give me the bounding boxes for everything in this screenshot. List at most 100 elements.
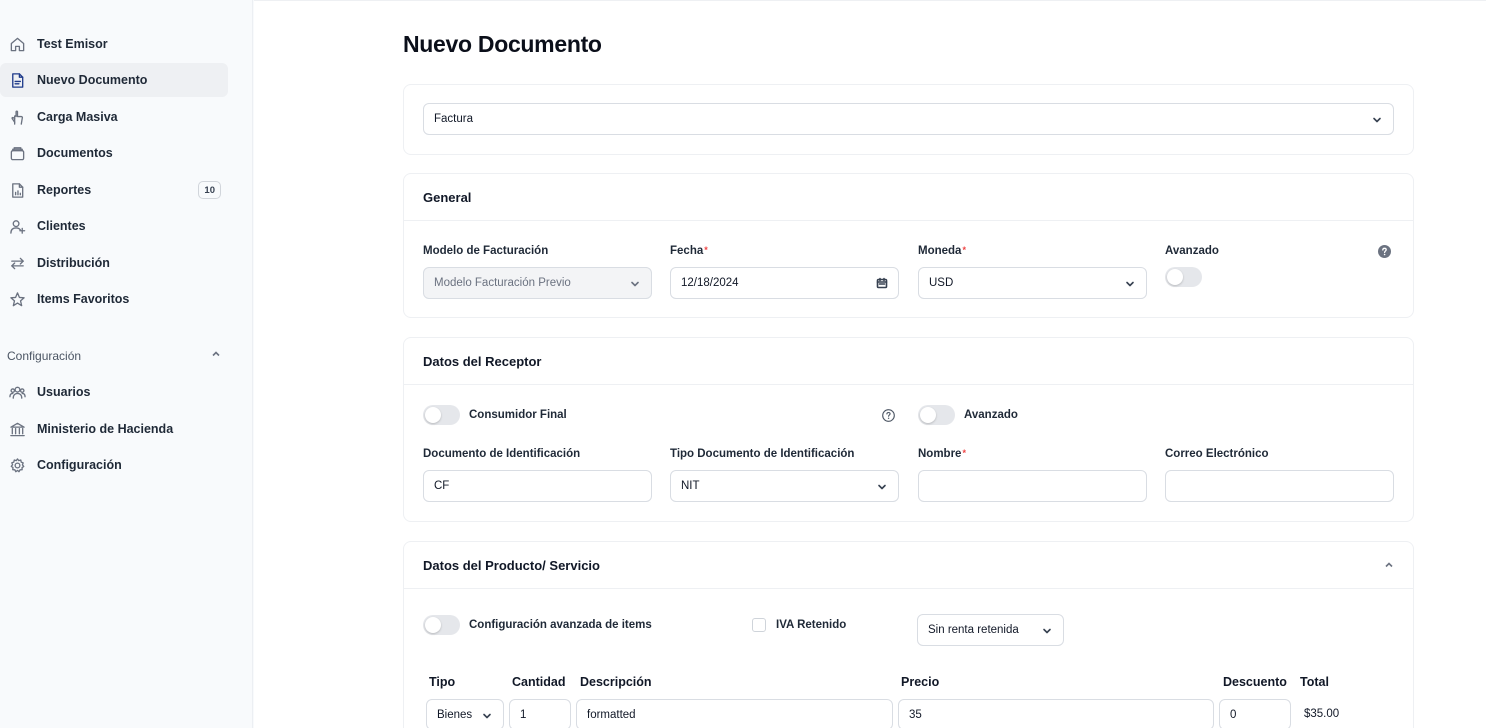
sidebar-item-test-emisor[interactable]: Test Emisor xyxy=(0,27,228,61)
iva-retenido-label: IVA Retenido xyxy=(776,619,847,631)
avanzado-label: Avanzado xyxy=(1165,245,1219,257)
document-icon xyxy=(8,71,26,89)
moneda-label: Moneda* xyxy=(918,245,966,257)
fecha-value: 12/18/2024 xyxy=(681,277,739,289)
help-outline-icon[interactable] xyxy=(882,409,895,422)
sidebar-item-label: Items Favoritos xyxy=(37,292,130,306)
chevron-down-icon xyxy=(629,278,641,290)
general-card: General Modelo de Facturación Modelo Fac… xyxy=(403,173,1414,318)
item-precio-value: 35 xyxy=(909,708,922,721)
nombre-input[interactable] xyxy=(918,470,1147,502)
chevron-down-icon xyxy=(1124,278,1136,290)
modelo-facturacion-select[interactable]: Modelo Facturación Previo xyxy=(423,267,652,299)
item-precio-input[interactable]: 35 xyxy=(898,699,1214,728)
modelo-label: Modelo de Facturación xyxy=(423,245,549,257)
home-icon xyxy=(8,35,26,53)
sidebar: Test Emisor Nuevo Documento Carga Masiva… xyxy=(0,0,253,728)
producto-header-label: Datos del Producto/ Servicio xyxy=(423,557,600,573)
calendar-icon[interactable] xyxy=(876,277,888,289)
config-avanzada-items-label: Configuración avanzada de items xyxy=(469,619,652,631)
main-content: Nuevo Documento Factura General Modelo d… xyxy=(254,0,1486,728)
col-cantidad: Cantidad xyxy=(512,675,566,689)
sidebar-item-items-favoritos[interactable]: Items Favoritos xyxy=(0,282,228,316)
sidebar-item-label: Documentos xyxy=(37,146,113,160)
renta-value: Sin renta retenida xyxy=(928,624,1019,636)
item-descripcion-input[interactable]: formatted xyxy=(576,699,893,728)
correo-input[interactable] xyxy=(1165,470,1394,502)
doc-id-label: Documento de Identificación xyxy=(423,448,581,460)
sidebar-item-label: Distribución xyxy=(37,256,110,270)
fecha-label: Fecha* xyxy=(670,245,708,257)
sidebar-item-documentos[interactable]: Documentos xyxy=(0,136,228,170)
user-add-icon xyxy=(8,217,26,235)
users-icon xyxy=(8,383,26,401)
sidebar-item-carga-masiva[interactable]: Carga Masiva xyxy=(0,100,228,134)
doc-id-value: CF xyxy=(434,480,450,492)
sidebar-item-nuevo-documento[interactable]: Nuevo Documento xyxy=(0,63,228,97)
avanzado-receptor-label: Avanzado xyxy=(964,409,1018,421)
bank-icon xyxy=(8,420,26,438)
document-type-select[interactable]: Factura xyxy=(423,103,1394,135)
sidebar-item-label: Configuración xyxy=(37,458,122,472)
config-avanzada-items-toggle[interactable] xyxy=(423,615,460,635)
correo-label: Correo Electrónico xyxy=(1165,448,1269,460)
chevron-up-icon xyxy=(210,348,222,363)
chevron-down-icon xyxy=(481,710,493,722)
tipo-doc-select[interactable]: NIT xyxy=(670,470,899,502)
general-header: General xyxy=(404,174,1413,221)
page-title: Nuevo Documento xyxy=(403,31,602,57)
item-descripcion-value: formatted xyxy=(587,708,636,721)
sidebar-item-label: Nuevo Documento xyxy=(37,73,148,87)
help-circle-icon[interactable] xyxy=(1378,245,1391,258)
sidebar-item-configuracion[interactable]: Configuración xyxy=(0,448,228,482)
renta-retenida-select[interactable]: Sin renta retenida xyxy=(917,614,1064,646)
col-descuento: Descuento xyxy=(1223,675,1287,689)
reportes-count-badge: 10 xyxy=(198,181,221,199)
doc-id-input[interactable]: CF xyxy=(423,470,652,502)
config-section-toggle[interactable]: Configuración xyxy=(7,348,222,363)
item-cantidad-value: 1 xyxy=(520,708,527,721)
gear-icon xyxy=(8,456,26,474)
chevron-down-icon xyxy=(1041,625,1053,637)
config-section-label: Configuración xyxy=(7,348,82,363)
avanzado-receptor-toggle[interactable] xyxy=(918,405,955,425)
modelo-value: Modelo Facturación Previo xyxy=(434,277,571,289)
document-type-value: Factura xyxy=(434,113,473,125)
item-cantidad-input[interactable]: 1 xyxy=(509,699,571,728)
sidebar-item-label: Clientes xyxy=(37,219,86,233)
avanzado-general-toggle[interactable] xyxy=(1165,267,1202,287)
sidebar-item-label: Carga Masiva xyxy=(37,110,118,124)
sidebar-item-distribucion[interactable]: Distribución xyxy=(0,246,228,280)
consumidor-final-toggle[interactable] xyxy=(423,405,460,425)
upload-hand-icon xyxy=(8,108,26,126)
fecha-input[interactable]: 12/18/2024 xyxy=(670,267,899,299)
document-type-card: Factura xyxy=(403,84,1414,155)
producto-card: Datos del Producto/ Servicio Configuraci… xyxy=(403,541,1414,728)
report-icon xyxy=(8,181,26,199)
item-total: $35.00 xyxy=(1304,708,1340,720)
item-tipo-select[interactable]: Bienes xyxy=(426,699,504,728)
moneda-select[interactable]: USD xyxy=(918,267,1147,299)
sidebar-item-label: Usuarios xyxy=(37,385,91,399)
sidebar-item-usuarios[interactable]: Usuarios xyxy=(0,375,228,409)
sidebar-item-reportes[interactable]: Reportes 10 xyxy=(0,173,228,207)
nombre-label: Nombre* xyxy=(918,448,966,460)
sidebar-item-ministerio-hacienda[interactable]: Ministerio de Hacienda xyxy=(0,412,228,446)
consumidor-final-label: Consumidor Final xyxy=(469,409,567,421)
item-descuento-input[interactable]: 0 xyxy=(1219,699,1291,728)
chevron-up-icon[interactable] xyxy=(1383,559,1395,574)
sidebar-item-clientes[interactable]: Clientes xyxy=(0,209,228,243)
chevron-down-icon xyxy=(1371,114,1383,126)
iva-retenido-checkbox[interactable] xyxy=(752,618,766,632)
col-total: Total xyxy=(1300,675,1329,689)
col-tipo: Tipo xyxy=(429,675,456,689)
producto-header: Datos del Producto/ Servicio xyxy=(404,542,1413,589)
col-descripcion: Descripción xyxy=(580,675,652,689)
star-icon xyxy=(8,290,26,308)
sidebar-item-label: Ministerio de Hacienda xyxy=(37,422,174,436)
archive-icon xyxy=(8,144,26,162)
tipo-doc-value: NIT xyxy=(681,480,700,492)
tipo-doc-label: Tipo Documento de Identificación xyxy=(670,448,855,460)
item-descuento-value: 0 xyxy=(1230,708,1237,721)
col-precio: Precio xyxy=(901,675,940,689)
